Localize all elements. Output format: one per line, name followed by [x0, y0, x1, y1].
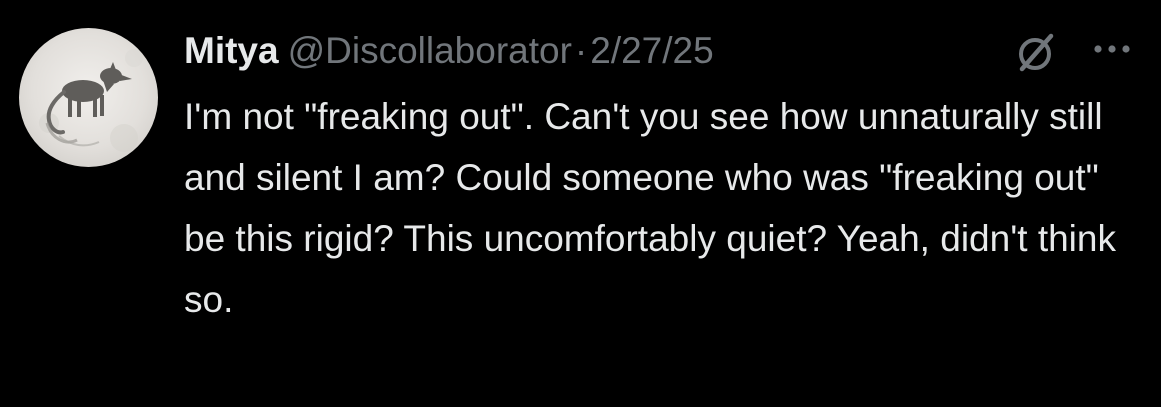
author-handle[interactable]: @Discollaborator: [288, 28, 572, 74]
separator-dot: ·: [574, 30, 588, 71]
author-name[interactable]: Mitya: [184, 28, 279, 74]
tweet-header: Mitya @Discollaborator · 2/27/25: [184, 28, 714, 74]
avatar-image: [39, 49, 143, 152]
grok-icon[interactable]: [1014, 31, 1058, 75]
avatar[interactable]: [19, 28, 158, 167]
more-options-icon[interactable]: [1088, 34, 1136, 64]
tweet-text: I'm not "freaking out". Can't you see ho…: [184, 96, 1116, 320]
tweet-date[interactable]: 2/27/25: [590, 28, 713, 74]
tweet: Mitya @Discollaborator · 2/27/25 I'm not…: [0, 0, 1161, 407]
